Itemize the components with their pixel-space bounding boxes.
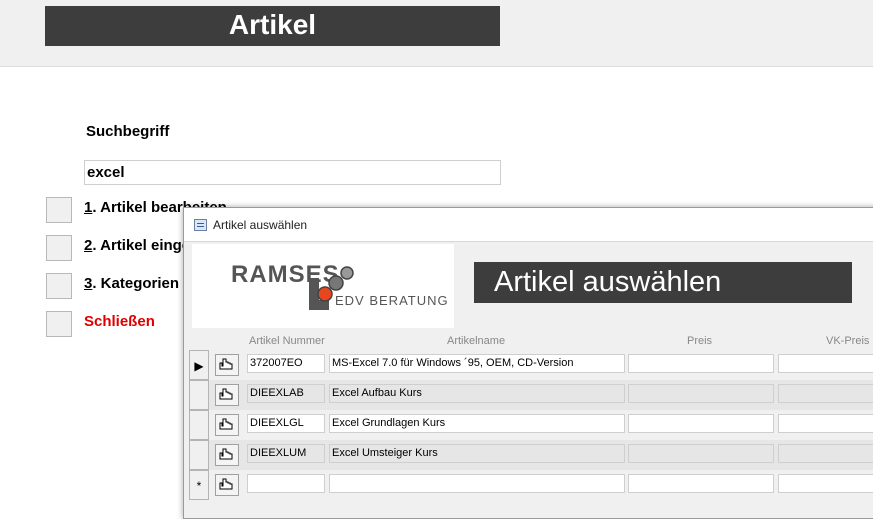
menu-button-kategorien[interactable] xyxy=(46,273,72,299)
record-selector-new[interactable]: * xyxy=(189,470,209,500)
edit-record-button[interactable] xyxy=(215,384,239,406)
menu-label-kategorien: 3. Kategorien xyxy=(84,275,179,292)
cell-artikel-nummer[interactable]: DIEEXLAB xyxy=(247,384,325,403)
cell-artikelname[interactable]: Excel Umsteiger Kurs xyxy=(329,444,625,463)
cell-artikelname[interactable]: MS-Excel 7.0 für Windows ´95, OEM, CD-Ve… xyxy=(329,354,625,373)
cell-artikelname[interactable]: Excel Aufbau Kurs xyxy=(329,384,625,403)
table-row[interactable]: DIEEXLUM Excel Umsteiger Kurs xyxy=(189,440,873,470)
cell-vk-preis[interactable] xyxy=(778,474,873,493)
menu-text: . Kategorien xyxy=(92,275,180,292)
cell-artikelname[interactable]: Excel Grundlagen Kurs xyxy=(329,414,625,433)
edit-hand-icon xyxy=(219,448,233,460)
edit-record-button[interactable] xyxy=(215,474,239,496)
edit-record-button[interactable] xyxy=(215,444,239,466)
record-selector[interactable] xyxy=(189,380,209,410)
cell-vk-preis[interactable] xyxy=(778,444,873,463)
edit-hand-icon xyxy=(219,478,233,490)
cell-preis[interactable] xyxy=(628,444,774,463)
edit-hand-icon xyxy=(219,388,233,400)
record-selector[interactable]: ▶ xyxy=(189,350,209,380)
cell-vk-preis[interactable] xyxy=(778,414,873,433)
edit-record-button[interactable] xyxy=(215,414,239,436)
logo-subtitle: EDV BERATUNG xyxy=(335,293,449,308)
table-row[interactable]: ▶ 372007EO MS-Excel 7.0 für Windows ´95,… xyxy=(189,350,873,380)
dialog-title: Artikel auswählen xyxy=(213,218,308,232)
page-title: Artikel xyxy=(228,9,317,40)
form-icon xyxy=(194,219,207,231)
menu-button-artikel-eingeben[interactable] xyxy=(46,235,72,261)
menu-button-artikel-bearbeiten[interactable] xyxy=(46,197,72,223)
close-label: Schließen xyxy=(84,313,155,330)
column-header-preis: Preis xyxy=(687,335,713,347)
cell-preis[interactable] xyxy=(628,474,774,493)
table-row-new[interactable]: * xyxy=(189,470,873,500)
dialog-heading-bar: Artikel auswählen xyxy=(474,262,852,303)
dialog-heading: Artikel auswählen xyxy=(494,266,722,298)
cell-preis[interactable] xyxy=(628,414,774,433)
edit-hand-icon xyxy=(219,418,233,430)
search-label: Suchbegriff xyxy=(86,123,170,140)
ramses-logo: RAMSES EDV BERATUNG xyxy=(192,244,454,328)
cell-artikelname[interactable] xyxy=(329,474,625,493)
cell-vk-preis[interactable] xyxy=(778,354,873,373)
column-header-vkpreis: VK-Preis xyxy=(826,335,870,347)
cell-artikel-nummer[interactable]: DIEEXLGL xyxy=(247,414,325,433)
cell-artikel-nummer[interactable] xyxy=(247,474,325,493)
close-button[interactable] xyxy=(46,311,72,337)
record-selector[interactable] xyxy=(189,440,209,470)
cell-preis[interactable] xyxy=(628,384,774,403)
record-selector[interactable] xyxy=(189,410,209,440)
search-input[interactable]: excel xyxy=(84,160,501,185)
edit-record-button[interactable] xyxy=(215,354,239,376)
cell-artikel-nummer[interactable]: 372007EO xyxy=(247,354,325,373)
column-header-nummer: Artikel Nummer xyxy=(249,335,325,347)
cell-preis[interactable] xyxy=(628,354,774,373)
cell-vk-preis[interactable] xyxy=(778,384,873,403)
article-select-dialog: Artikel auswählen RAMSES EDV BERATUNG Ar… xyxy=(183,207,873,519)
dialog-titlebar[interactable]: Artikel auswählen xyxy=(184,208,873,242)
column-header-name: Artikelname xyxy=(447,335,506,347)
cell-artikel-nummer[interactable]: DIEEXLUM xyxy=(247,444,325,463)
table-row[interactable]: DIEEXLGL Excel Grundlagen Kurs xyxy=(189,410,873,440)
page-title-bar: Artikel xyxy=(45,6,500,46)
table-row[interactable]: DIEEXLAB Excel Aufbau Kurs xyxy=(189,380,873,410)
edit-hand-icon xyxy=(219,358,233,370)
